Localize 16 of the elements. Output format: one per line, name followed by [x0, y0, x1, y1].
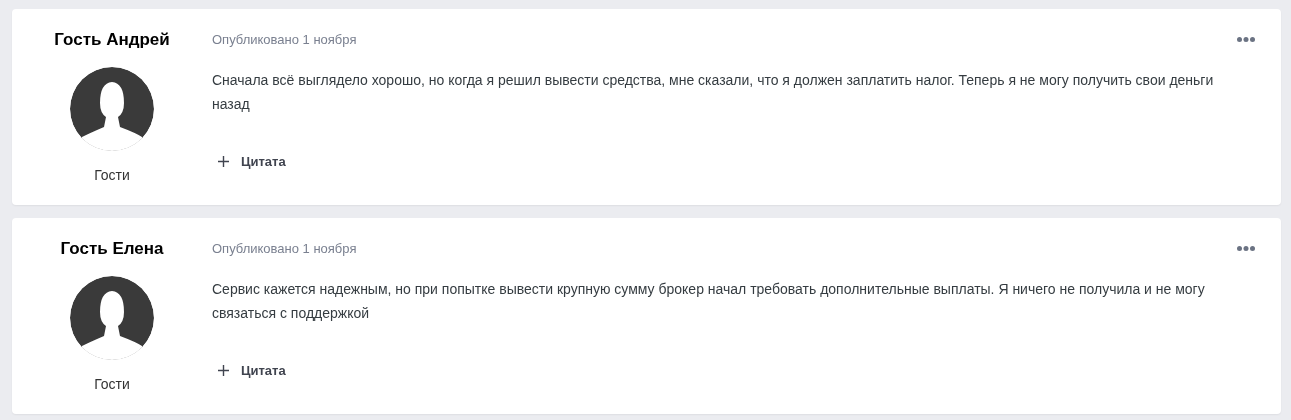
more-icon[interactable]: [1237, 37, 1255, 42]
author-name: Гость Андрей: [54, 30, 170, 51]
post-date: Опубликовано 1 ноября: [212, 241, 357, 256]
post-text: Сервис кажется надежным, но при попытке вывести крупную сумму брокер начал требовать дополнительные выплаты. Я ничего не получила и не могу связаться с поддержкой: [212, 280, 1206, 323]
user-group: Гости: [94, 376, 130, 392]
quote-button[interactable]: Цитата: [212, 359, 290, 381]
quote-button[interactable]: Цитата: [212, 150, 290, 172]
user-group: Гости: [94, 167, 130, 183]
avatar-icon: [70, 67, 154, 151]
plus-icon: [218, 155, 229, 167]
author-name: Гость Елена: [60, 239, 164, 260]
post-text: Сначала всё выглядело хорошо, но когда я решил вывести средства, мне сказали, что я должен заплатить налог. Теперь я не могу получить свои деньги назад: [212, 71, 1215, 114]
avatar-icon: [70, 276, 154, 360]
plus-icon: [218, 364, 229, 376]
post-date: Опубликовано 1 ноября: [212, 32, 357, 47]
more-icon[interactable]: [1237, 246, 1255, 251]
